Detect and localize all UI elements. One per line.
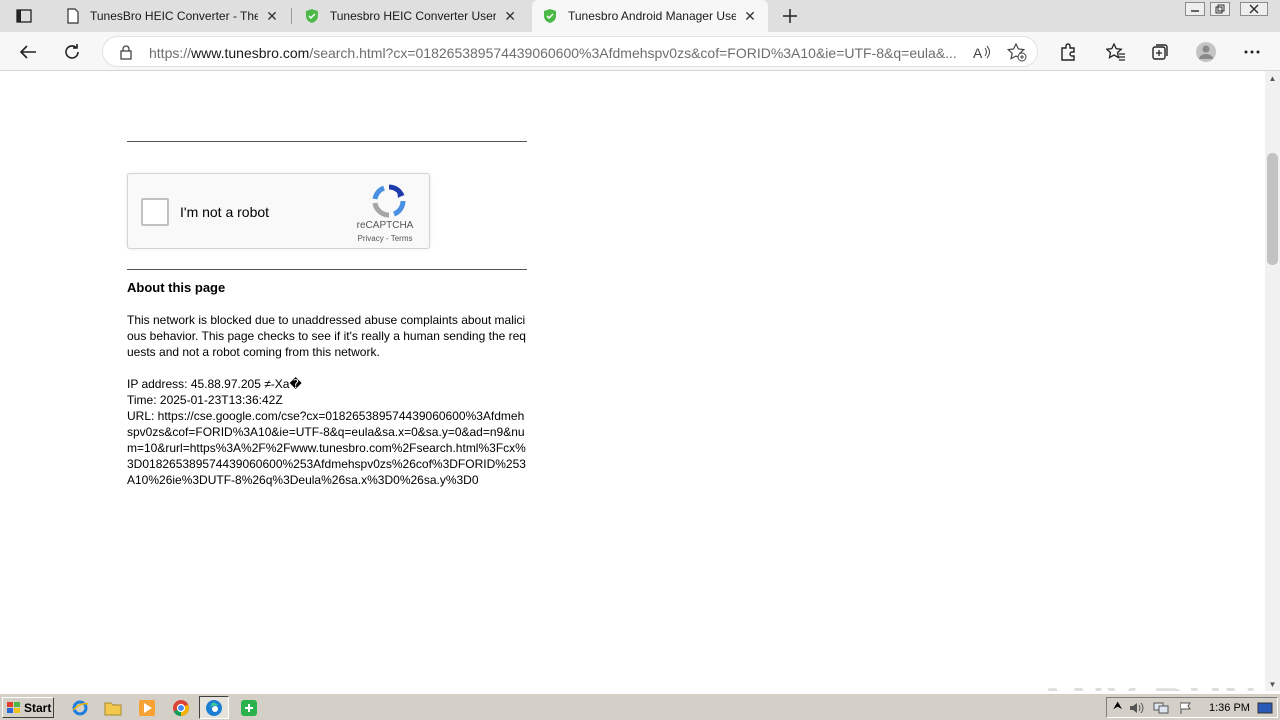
tab-separator	[291, 8, 292, 24]
tab-title: Tunesbro Android Manager Use	[568, 9, 736, 23]
url-prefix: https://	[149, 45, 192, 61]
close-window-button[interactable]	[1240, 2, 1268, 16]
url-text[interactable]: https://www.tunesbro.com/search.html?cx=…	[149, 45, 961, 61]
recaptcha-links[interactable]: Privacy - Terms	[350, 234, 420, 243]
favorites-icon	[1106, 43, 1125, 61]
chrome-taskbar-icon[interactable]	[171, 698, 191, 718]
ip-address-line: IP address: 45.88.97.205 ≠-Xa�	[127, 377, 302, 391]
minimize-icon	[1191, 10, 1199, 12]
extensions-button[interactable]	[1054, 38, 1082, 66]
collections-button[interactable]	[1146, 38, 1174, 66]
show-desktop-icon[interactable]	[1257, 701, 1273, 715]
favorites-button[interactable]	[1102, 38, 1130, 66]
profile-button[interactable]	[1192, 38, 1220, 66]
shield-icon	[544, 9, 556, 23]
plus-icon	[783, 9, 797, 23]
tab-strip: TunesBro HEIC Converter - The ✕ Tunesbro…	[0, 0, 1280, 32]
new-tab-button[interactable]	[778, 4, 802, 28]
media-player-taskbar-icon[interactable]	[137, 698, 157, 718]
collections-icon	[1152, 44, 1168, 60]
tab-heic-converter[interactable]: TunesBro HEIC Converter - The ✕	[56, 0, 290, 32]
divider	[127, 141, 527, 142]
puzzle-icon	[1061, 43, 1075, 61]
avatar-icon	[1196, 42, 1216, 62]
app-taskbar-icon[interactable]	[239, 698, 259, 718]
minimize-button[interactable]	[1185, 2, 1205, 16]
network-icon[interactable]	[1153, 701, 1169, 715]
watermark: ANY RUN	[1036, 677, 1259, 691]
read-aloud-icon[interactable]: A	[973, 45, 991, 60]
tab-close-icon[interactable]: ✕	[264, 8, 280, 24]
tab-actions-icon	[16, 9, 32, 23]
address-bar[interactable]: https://www.tunesbro.com/search.html?cx=…	[102, 36, 1038, 67]
system-tray: ⮝ 1:36 PM	[1106, 697, 1278, 718]
green-app-icon	[241, 700, 257, 716]
taskbar: Start ⮝ 1:36 PM	[0, 693, 1280, 720]
tray-expand-icon[interactable]: ⮝	[1113, 700, 1122, 713]
recaptcha-checkbox[interactable]	[141, 198, 169, 226]
folder-icon	[104, 702, 122, 716]
settings-menu-button[interactable]	[1238, 38, 1266, 66]
tab-close-icon[interactable]: ✕	[742, 8, 758, 24]
refresh-button[interactable]	[58, 38, 86, 66]
recaptcha-brand: reCAPTCHA	[356, 220, 414, 231]
ie-taskbar-icon[interactable]	[70, 698, 90, 718]
browser-toolbar: https://www.tunesbro.com/search.html?cx=…	[0, 32, 1280, 71]
close-icon	[1249, 4, 1259, 14]
scrollbar-thumb[interactable]	[1267, 153, 1278, 265]
back-arrow-icon	[19, 45, 36, 59]
back-button[interactable]	[14, 38, 42, 66]
url-domain: www.tunesbro.com	[191, 45, 310, 61]
edge-taskbar-icon[interactable]	[199, 696, 229, 719]
time-line: Time: 2025-01-23T13:36:42Z	[127, 393, 283, 407]
media-player-icon	[139, 700, 155, 716]
restore-icon	[1215, 4, 1225, 14]
chrome-icon	[173, 700, 190, 716]
about-heading: About this page	[127, 280, 226, 295]
tab-title: TunesBro HEIC Converter - The	[90, 9, 258, 23]
lock-icon[interactable]	[119, 45, 133, 60]
volume-icon[interactable]	[1129, 701, 1145, 715]
scroll-up-arrow-icon[interactable]: ▲	[1265, 71, 1280, 85]
recaptcha-logo-icon	[372, 184, 406, 218]
restore-button[interactable]	[1210, 2, 1230, 16]
more-icon	[1244, 50, 1260, 54]
divider	[127, 269, 527, 270]
url-path: /search.html?cx=018265389574439060600%3A…	[309, 45, 957, 61]
explorer-taskbar-icon[interactable]	[103, 698, 123, 718]
url-line: URL: https://cse.google.com/cse?cx=01826…	[127, 409, 526, 487]
tab-title: Tunesbro HEIC Converter User G	[329, 9, 497, 23]
tab-heic-user-guide[interactable]: Tunesbro HEIC Converter User G ✕	[294, 0, 528, 32]
recaptcha-label: I'm not a robot	[180, 204, 270, 220]
scroll-down-arrow-icon[interactable]: ▼	[1265, 677, 1280, 691]
shield-icon	[305, 9, 318, 23]
internet-explorer-icon	[72, 700, 89, 716]
recaptcha-widget: I'm not a robot reCAPTCHA Privacy - Term…	[127, 173, 430, 249]
tab-actions-button[interactable]	[10, 6, 38, 26]
flag-icon[interactable]	[1179, 701, 1193, 715]
svg-text:A: A	[973, 45, 983, 60]
page-content: I'm not a robot reCAPTCHA Privacy - Term…	[0, 71, 1265, 691]
edge-icon	[206, 699, 222, 716]
tab-android-manager[interactable]: Tunesbro Android Manager Use ✕	[532, 0, 768, 32]
vertical-scrollbar[interactable]: ▲ ▼	[1265, 71, 1280, 691]
block-description: This network is blocked due to unaddress…	[127, 313, 526, 359]
clock[interactable]: 1:36 PM	[1209, 702, 1250, 714]
page-icon	[67, 8, 79, 24]
windows-logo-icon	[7, 701, 20, 713]
refresh-icon	[65, 44, 79, 59]
tab-close-icon[interactable]: ✕	[502, 8, 518, 24]
favorite-add-icon[interactable]	[1007, 43, 1027, 62]
start-button[interactable]: Start	[2, 697, 54, 718]
start-label: Start	[24, 700, 52, 715]
